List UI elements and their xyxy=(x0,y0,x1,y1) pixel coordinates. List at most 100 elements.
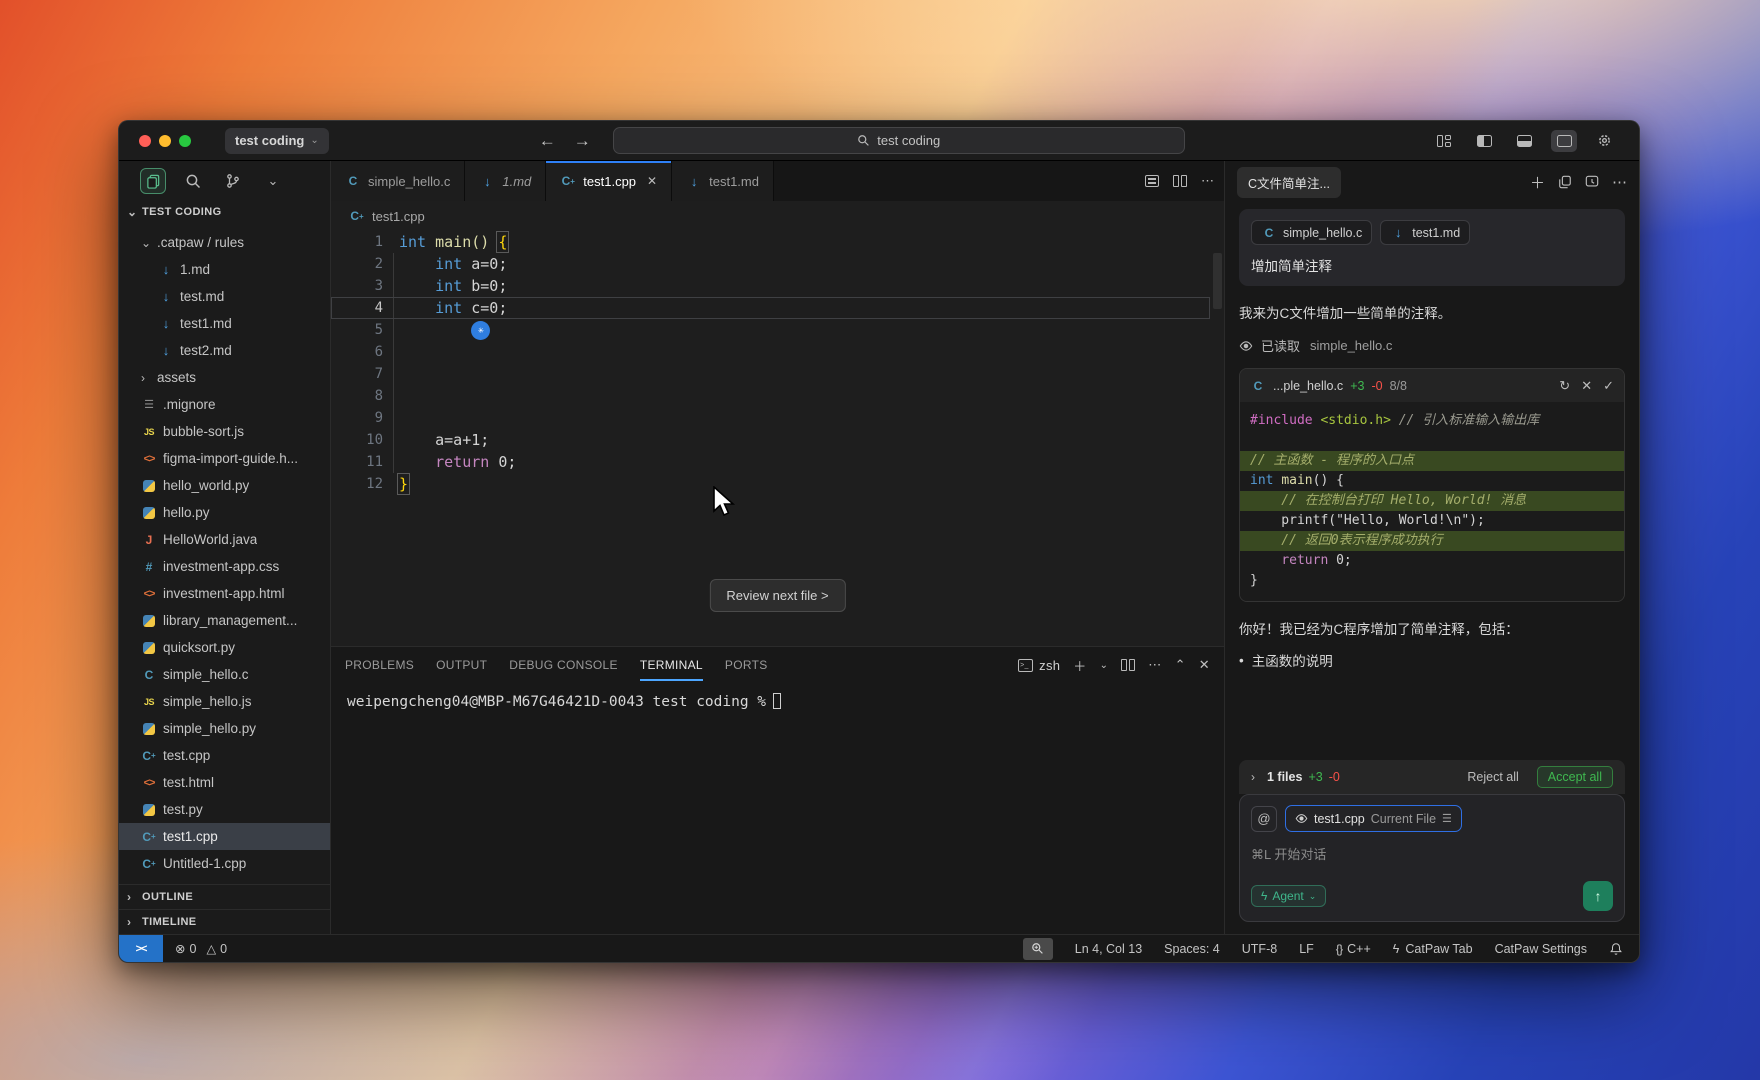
agent-mode-selector[interactable]: ϟ Agent ⌄ xyxy=(1251,885,1327,907)
editor-tab-simple_hello.c[interactable]: Csimple_hello.c xyxy=(331,161,466,201)
code-line-1[interactable]: 1 int main() { xyxy=(331,231,1224,253)
outline-section[interactable]: › OUTLINE xyxy=(119,884,330,909)
file-tree-item-investment-app.css[interactable]: # investment-app.css xyxy=(119,553,330,580)
toggle-secondary-sidebar-icon[interactable] xyxy=(1551,129,1577,152)
command-center-search[interactable]: test coding xyxy=(612,127,1185,154)
code-line-9[interactable]: 9 xyxy=(331,407,1224,429)
file-tree-item-bubble-sort.js[interactable]: JS bubble-sort.js xyxy=(119,418,330,445)
close-panel-icon[interactable]: ✕ xyxy=(1199,657,1210,673)
duplicate-chat-icon[interactable] xyxy=(1558,175,1572,189)
terminal-dropdown-icon[interactable]: ⌄ xyxy=(1100,660,1109,671)
timeline-section[interactable]: › TIMELINE xyxy=(119,909,330,934)
file-tree-item-HelloWorld.java[interactable]: J HelloWorld.java xyxy=(119,526,330,553)
file-tree-item-.catpaw / rules[interactable]: ⌄ .catpaw / rules xyxy=(119,229,330,256)
file-tree-item-Untitled-1.cpp[interactable]: C Untitled-1.cpp xyxy=(119,850,330,877)
file-tree-item-test1.cpp[interactable]: Ctest1.cpp xyxy=(119,823,330,850)
file-tree-item-investment-app.html[interactable]: <> investment-app.html xyxy=(119,580,330,607)
file-tree-item-simple_hello.c[interactable]: Csimple_hello.c xyxy=(119,661,330,688)
problems-indicator[interactable]: ⊗ 0 △ 0 xyxy=(175,941,227,957)
file-tree-item-test2.md[interactable]: ↓ test2.md xyxy=(119,337,330,364)
code-line-8[interactable]: 8 xyxy=(331,385,1224,407)
open-changes-icon[interactable] xyxy=(1145,175,1159,187)
explorer-section-header[interactable]: ⌄ TEST CODING xyxy=(119,201,330,223)
language-mode[interactable]: C++ xyxy=(1336,942,1371,956)
chat-input-card[interactable]: @ test1.cpp Current File ☰ ⌘L 开始对话 ϟ Age… xyxy=(1239,794,1625,922)
reject-all-button[interactable]: Reject all xyxy=(1467,770,1518,784)
new-terminal-icon[interactable]: ＋ xyxy=(1073,656,1086,675)
history-icon[interactable] xyxy=(1585,175,1599,189)
file-tree-item-test.html[interactable]: <> test.html xyxy=(119,769,330,796)
code-line-3[interactable]: 3 int b=0; xyxy=(331,275,1224,297)
file-tree-item-simple_hello.py[interactable]: simple_hello.py xyxy=(119,715,330,742)
add-context-button[interactable]: @ xyxy=(1251,805,1277,832)
file-tree-item-quicksort.py[interactable]: quicksort.py xyxy=(119,634,330,661)
close-tab-icon[interactable]: ✕ xyxy=(647,174,657,188)
file-tree-item-test1.md[interactable]: ↓ test1.md xyxy=(119,310,330,337)
settings-gear-icon[interactable] xyxy=(1591,130,1617,152)
code-line-11[interactable]: 11 return 0; xyxy=(331,451,1224,473)
apply-icon[interactable]: ✓ xyxy=(1603,378,1614,394)
code-line-12[interactable]: 12} xyxy=(331,473,1224,495)
file-tree-item-test.cpp[interactable]: Ctest.cpp xyxy=(119,742,330,769)
code-line-10[interactable]: 10 a=a+1; xyxy=(331,429,1224,451)
zoom-window-button[interactable] xyxy=(179,134,191,147)
send-button[interactable]: ↑ xyxy=(1583,881,1613,911)
review-next-file-button[interactable]: Review next file > xyxy=(709,579,846,612)
editor-tab-test1.cpp[interactable]: Ctest1.cpp ✕ xyxy=(546,161,673,201)
accept-all-button[interactable]: Accept all xyxy=(1536,766,1613,788)
panel-tab-ports[interactable]: PORTS xyxy=(725,649,768,681)
forward-button[interactable]: → xyxy=(574,131,591,151)
code-editor[interactable]: 1 int main() {2 int a=0; 3 int b=0; 4 int c… xyxy=(331,231,1224,646)
close-window-button[interactable] xyxy=(139,134,151,147)
chevron-right-icon[interactable]: › xyxy=(1251,770,1261,784)
file-tree-item-test.py[interactable]: test.py xyxy=(119,796,330,823)
file-tree-item-library_management...[interactable]: library_management... xyxy=(119,607,330,634)
explorer-icon[interactable] xyxy=(140,168,166,194)
shell-chip[interactable]: >_ zsh xyxy=(1018,658,1060,673)
file-tree-item-assets[interactable]: › assets xyxy=(119,364,330,391)
back-button[interactable]: ← xyxy=(539,131,556,151)
code-line-7[interactable]: 7 xyxy=(331,363,1224,385)
terminal-output[interactable]: weipengcheng04@MBP-M67G46421D-0043 test … xyxy=(331,683,1224,934)
discard-icon[interactable]: ✕ xyxy=(1581,378,1592,394)
context-chip-simple_hello.c[interactable]: Csimple_hello.c xyxy=(1251,220,1373,245)
chat-input-placeholder[interactable]: ⌘L 开始对话 xyxy=(1251,844,1613,863)
views-chevron-down-icon[interactable]: ⌄ xyxy=(261,169,285,193)
editor-scrollbar[interactable] xyxy=(1213,253,1222,309)
chat-more-icon[interactable]: ⋯ xyxy=(1612,173,1627,191)
new-chat-icon[interactable]: ＋ xyxy=(1530,172,1545,193)
ai-suggestion-dot-icon[interactable]: ✳ xyxy=(471,320,491,340)
eol-sequence[interactable]: LF xyxy=(1299,942,1314,956)
diff-card-header[interactable]: C ...ple_hello.c +3 -0 8/8 ↻ ✕ ✓ xyxy=(1240,369,1624,402)
editor-tab-test1.md[interactable]: ↓ test1.md xyxy=(672,161,774,201)
file-tree-item-.mignore[interactable]: ☰ .mignore xyxy=(119,391,330,418)
panel-tab-problems[interactable]: PROBLEMS xyxy=(345,649,414,681)
file-tree-item-figma-import-guide.h...[interactable]: <> figma-import-guide.h... xyxy=(119,445,330,472)
file-tree-item-test.md[interactable]: ↓ test.md xyxy=(119,283,330,310)
indentation[interactable]: Spaces: 4 xyxy=(1164,942,1220,956)
context-chip-test1.md[interactable]: ↓ test1.md xyxy=(1380,220,1471,245)
notifications-bell-icon[interactable] xyxy=(1609,942,1623,956)
catpaw-tab-toggle[interactable]: ϟ CatPaw Tab xyxy=(1393,942,1473,956)
file-tree-item-hello_world.py[interactable]: hello_world.py xyxy=(119,472,330,499)
editor-tab-1.md[interactable]: ↓ 1.md xyxy=(465,161,547,201)
toggle-sidebar-icon[interactable] xyxy=(1471,130,1497,152)
encoding[interactable]: UTF-8 xyxy=(1242,942,1277,956)
toggle-panel-icon[interactable] xyxy=(1511,130,1537,152)
code-line-2[interactable]: 2 int a=0; xyxy=(331,253,1224,275)
zoom-indicator[interactable] xyxy=(1022,937,1053,960)
code-line-5[interactable]: 5 ✳ xyxy=(331,319,1224,341)
panel-tab-terminal[interactable]: TERMINAL xyxy=(639,649,703,681)
more-actions-icon[interactable]: ⋯ xyxy=(1201,173,1214,189)
customize-layout-icon[interactable] xyxy=(1431,130,1457,152)
code-line-4[interactable]: 4 int c=0; xyxy=(331,297,1224,319)
minimize-window-button[interactable] xyxy=(159,134,171,147)
project-switcher[interactable]: test coding ⌄ xyxy=(225,127,329,154)
code-line-6[interactable]: 6 xyxy=(331,341,1224,363)
chat-session-tab[interactable]: C文件简单注... xyxy=(1237,166,1341,198)
split-editor-icon[interactable] xyxy=(1173,175,1187,187)
source-control-icon[interactable] xyxy=(221,169,245,193)
file-tree-item-hello.py[interactable]: hello.py xyxy=(119,499,330,526)
refresh-icon[interactable]: ↻ xyxy=(1559,378,1570,394)
panel-tab-output[interactable]: OUTPUT xyxy=(436,649,487,681)
